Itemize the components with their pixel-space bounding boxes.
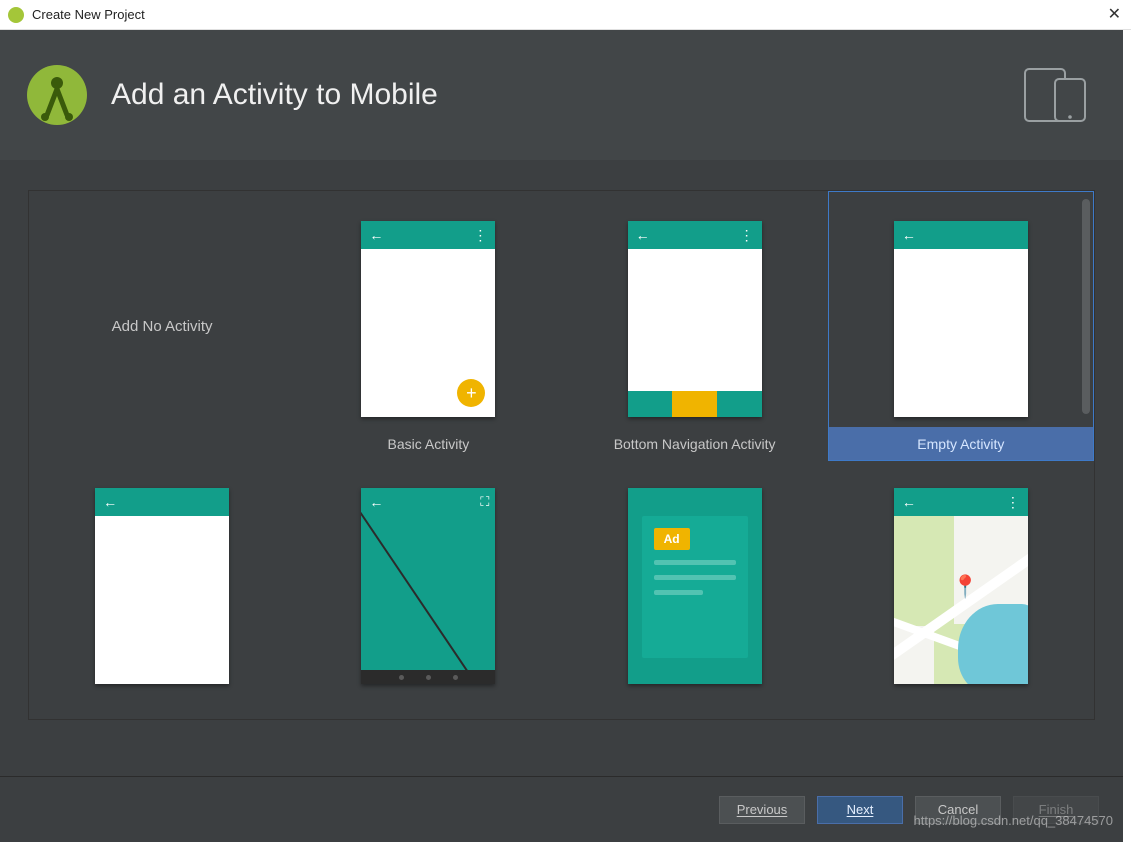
- more-icon: ⋮: [740, 227, 754, 244]
- window-title: Create New Project: [32, 7, 145, 22]
- back-arrow-icon: ←: [902, 227, 916, 243]
- thumbnail-basic-activity: ← ⋮ +: [361, 221, 495, 417]
- template-google-maps-activity[interactable]: ← ⋮ 📍: [828, 461, 1094, 701]
- wizard-header: Add an Activity to Mobile: [0, 30, 1123, 160]
- wizard-dialog: Add an Activity to Mobile Add No Activit…: [0, 30, 1123, 842]
- content-area: Add No Activity ←⋮ + Basic Activity ←⋮: [0, 160, 1123, 776]
- template-add-no-activity[interactable]: Add No Activity: [29, 191, 295, 461]
- fab-icon: +: [457, 379, 485, 407]
- previous-button[interactable]: Previous: [719, 796, 805, 824]
- template-bottom-navigation-activity[interactable]: ←⋮ Bottom Navigation Activity: [562, 191, 828, 461]
- back-arrow-icon: ←: [902, 494, 916, 510]
- back-arrow-icon: ←: [369, 227, 383, 243]
- thumbnail-admob: Ad: [628, 488, 762, 684]
- thumbnail-fragment: ←: [95, 488, 229, 684]
- more-icon: ⋮: [1006, 494, 1020, 511]
- back-arrow-icon: ←: [103, 494, 117, 510]
- template-admob-ads-activity[interactable]: Ad: [562, 461, 828, 701]
- map-pin-icon: 📍: [952, 574, 979, 600]
- close-icon[interactable]: ✕: [1108, 4, 1121, 24]
- back-arrow-icon: ←: [636, 227, 650, 243]
- template-empty-activity[interactable]: ← Empty Activity: [828, 191, 1094, 461]
- template-gallery: Add No Activity ←⋮ + Basic Activity ←⋮: [28, 190, 1095, 720]
- template-label: Bottom Navigation Activity: [562, 427, 828, 461]
- template-label: Empty Activity: [828, 427, 1094, 461]
- page-title: Add an Activity to Mobile: [111, 78, 438, 112]
- template-label: Add No Activity: [112, 318, 213, 335]
- thumbnail-fullscreen: ←⛶: [361, 488, 495, 684]
- template-label: Basic Activity: [295, 427, 561, 461]
- next-button[interactable]: Next: [817, 796, 903, 824]
- finish-button: Finish: [1013, 796, 1099, 824]
- scrollbar-thumb[interactable]: [1082, 199, 1090, 414]
- back-arrow-icon: ←: [369, 494, 383, 510]
- cancel-button[interactable]: Cancel: [915, 796, 1001, 824]
- devices-icon: [1021, 67, 1093, 123]
- template-fragment-viewmodel[interactable]: ←: [29, 461, 295, 701]
- titlebar: Create New Project ✕: [0, 0, 1131, 30]
- fullscreen-icon: ⛶: [480, 494, 489, 510]
- wizard-footer: Previous Next Cancel Finish: [0, 776, 1123, 842]
- thumbnail-google-maps: ← ⋮ 📍: [894, 488, 1028, 684]
- more-icon: ⋮: [473, 227, 487, 244]
- android-studio-icon: [8, 7, 24, 23]
- thumbnail-bottom-navigation: ←⋮: [628, 221, 762, 417]
- ad-badge: Ad: [654, 528, 690, 550]
- template-fullscreen-activity[interactable]: ←⛶: [295, 461, 561, 701]
- template-basic-activity[interactable]: ← ⋮ + Basic Activity: [295, 191, 561, 461]
- android-studio-logo-icon: [25, 63, 89, 127]
- thumbnail-empty-activity: ←: [894, 221, 1028, 417]
